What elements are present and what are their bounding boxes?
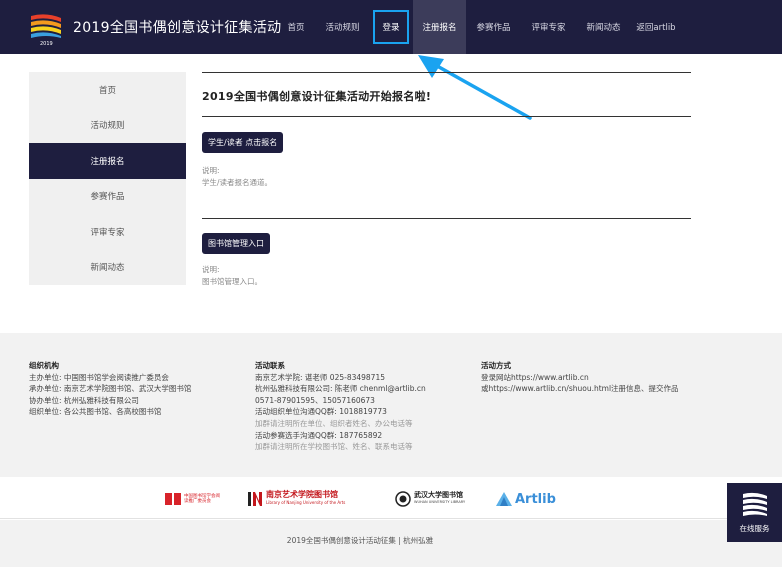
footer-contact-line: 活动参赛选手沟通QQ群: 187765892 [255,430,383,440]
nav-rules[interactable]: 活动规则 [316,0,369,54]
footer-contact-note: 加群请注明所在单位、组织者姓名、办公电话等 [255,418,413,428]
footer-method-line[interactable]: 登录网站https://www.artlib.cn [481,372,679,384]
site-logo-icon[interactable]: 2019 [28,10,64,46]
whu-logo-icon [395,491,411,507]
nav-login[interactable]: 登录 [369,0,413,54]
footer-contact-note: 加群请注明所在学校图书馆、姓名、联系电话等 [255,442,413,452]
library-admin-button[interactable]: 图书馆管理入口 [202,233,270,254]
footer-method-line[interactable]: 或https://www.artlib.cn/shuou.html注册信息、提交… [481,383,679,395]
nav-works[interactable]: 参赛作品 [466,0,521,54]
footer-org-title: 组织机构 [29,361,59,370]
footer-org-line: 协办单位: 杭州弘雅科技有限公司 [29,395,139,405]
partner-logo-nua[interactable]: 南京艺术学院图书馆 Library of Nanjing University … [247,489,345,509]
footer-contact-line: 0571-87901595、15057160673 [255,395,375,405]
main-content: 2019全国书偶创意设计征集活动开始报名啦! 学生/读者 点击报名 说明: 学生… [202,72,691,288]
artlib-logo-icon [496,492,512,506]
sidebar-item-experts[interactable]: 评审专家 [29,214,186,250]
footer-info: 组织机构 主办单位: 中国图书馆学会阅读推广委员会 承办单位: 南京艺术学院图书… [0,333,782,477]
partner-logo-artlib[interactable]: Artlib [495,489,556,509]
nav-experts[interactable]: 评审专家 [521,0,576,54]
sidebar-item-home[interactable]: 首页 [29,72,186,108]
footer-contact-line[interactable]: 杭州弘雅科技有限公司: 陈老师 chenml@artlib.cn [255,383,426,395]
footer-contact-title: 活动联系 [255,361,285,370]
note-text: 学生/读者报名通道。 [202,178,273,187]
title-divider [202,116,691,117]
online-service-label: 在线服务 [739,524,770,533]
nav-home[interactable]: 首页 [276,0,316,54]
top-divider [202,72,691,73]
copyright-text: 2019全国书偶创意设计活动征集 | 杭州弘雅 [286,536,434,545]
sidebar-item-works[interactable]: 参赛作品 [29,179,186,215]
footer-org-line: 主办单位: 中国图书馆学会阅读推广委员会 [29,372,169,382]
footer-org: 组织机构 主办单位: 中国图书馆学会阅读推广委员会 承办单位: 南京艺术学院图书… [29,360,191,418]
site-header: 2019 2019全国书偶创意设计征集活动 首页 活动规则 登录 注册报名 参赛… [0,0,782,54]
logo-year: 2019 [40,41,53,46]
service-logo-icon [743,492,767,516]
footer-org-line: 承办单位: 南京艺术学院图书馆、武汉大学图书馆 [29,384,192,394]
section-divider [202,218,691,219]
nav-register[interactable]: 注册报名 [413,0,466,54]
note-label: 说明: [202,265,220,274]
sidebar: 首页 活动规则 注册报名 参赛作品 评审专家 新闻动态 [29,72,186,285]
nav-news[interactable]: 新闻动态 [576,0,631,54]
nav-back-artlib[interactable]: 返回artlib [631,0,681,54]
footer-method: 活动方式 登录网站https://www.artlib.cn 或https://… [481,360,679,395]
copyright-bar: 2019全国书偶创意设计活动征集 | 杭州弘雅 [0,520,782,567]
site-title[interactable]: 2019全国书偶创意设计征集活动 [73,17,281,37]
sidebar-item-rules[interactable]: 活动规则 [29,108,186,144]
footer-contact-line: 活动组织单位沟通QQ群: 1018819773 [255,407,387,417]
footer-contact-line: 南京艺术学院: 谌老师 025-83498715 [255,372,385,382]
footer-method-title: 活动方式 [481,361,511,370]
login-highlight-box: 登录 [373,10,409,44]
note-label: 说明: [202,166,220,175]
nua-logo-icon [248,492,262,506]
main-nav: 首页 活动规则 登录 注册报名 参赛作品 评审专家 新闻动态 返回artlib [276,0,681,54]
note-text: 图书馆管理入口。 [202,277,262,286]
footer-contact: 活动联系 南京艺术学院: 谌老师 025-83498715 杭州弘雅科技有限公司… [255,360,426,453]
online-service-button[interactable]: 在线服务 [727,483,782,542]
student-register-button[interactable]: 学生/读者 点击报名 [202,132,284,153]
sidebar-item-news[interactable]: 新闻动态 [29,250,186,286]
partner-logos: 中国图书馆学会阅读推广委员会 南京艺术学院图书馆 Library of Nanj… [0,477,782,519]
footer-org-line: 组织单位: 各公共图书馆、各高校图书馆 [29,407,162,417]
page-title: 2019全国书偶创意设计征集活动开始报名啦! [202,90,432,103]
partner-logo-lsc[interactable]: 中国图书馆学会阅读推广委员会 [164,489,220,509]
sidebar-item-register[interactable]: 注册报名 [29,143,186,179]
lsc-logo-icon [165,493,181,505]
partner-logo-whu[interactable]: 武汉大学图书馆 WUHAN UNIVERSITY LIBRARY [395,489,465,509]
